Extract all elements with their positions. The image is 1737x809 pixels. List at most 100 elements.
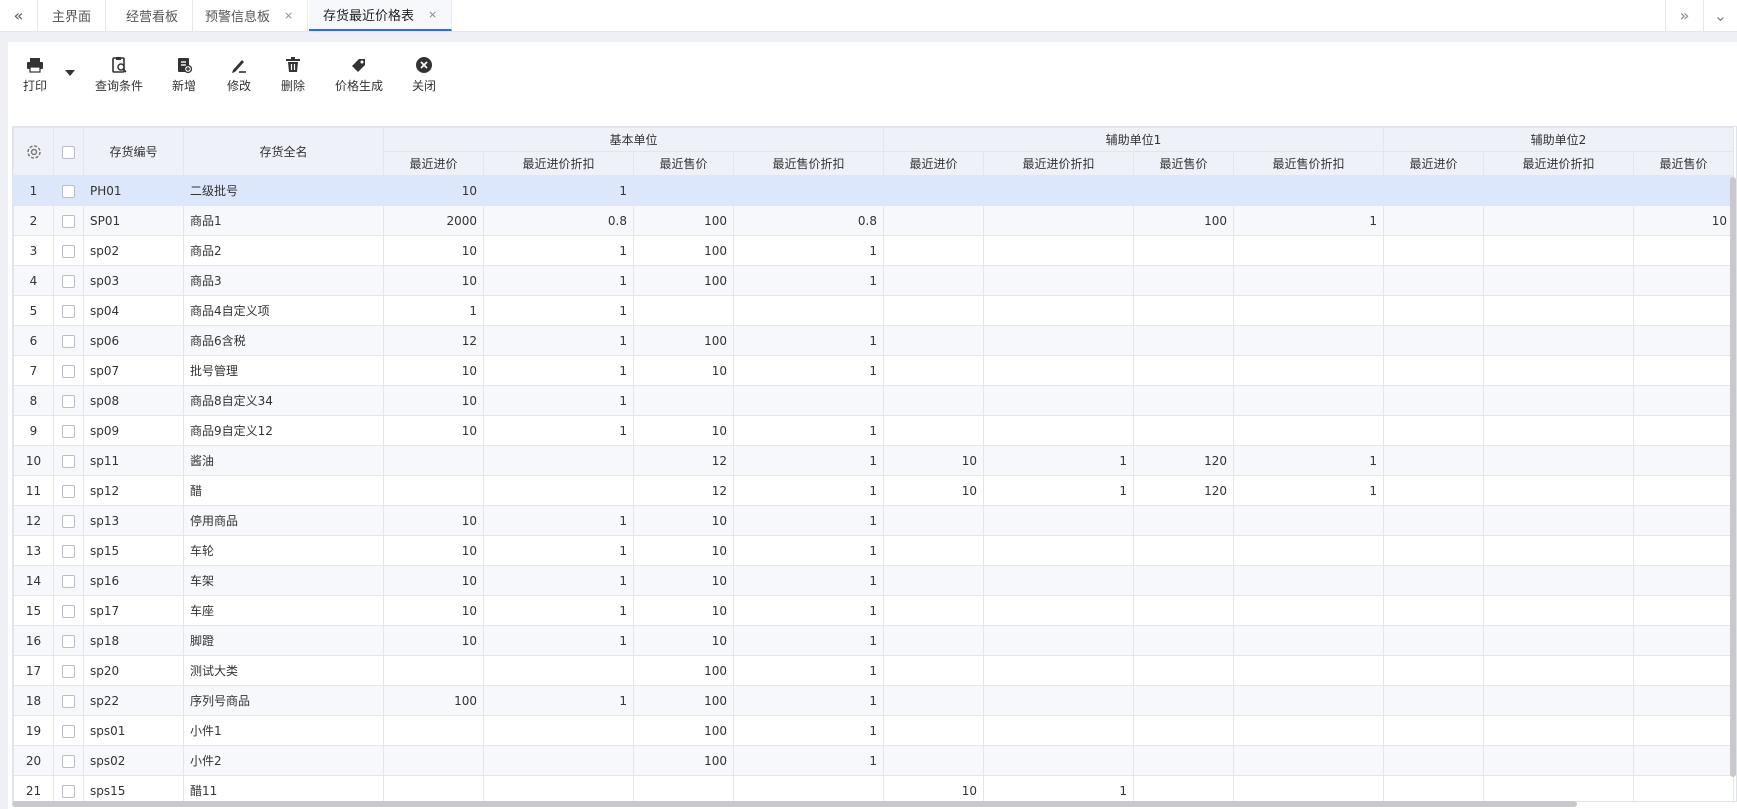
row-checkbox-cell[interactable] — [53, 475, 84, 506]
row-checkbox[interactable] — [62, 334, 75, 348]
table-row[interactable]: 16 sp18 脚蹬 10 1 10 1 — [13, 625, 1734, 656]
row-checkbox[interactable] — [62, 754, 75, 768]
row-checkbox-cell[interactable] — [53, 265, 84, 296]
row-checkbox-cell[interactable] — [53, 505, 84, 536]
vertical-scrollbar[interactable] — [1730, 177, 1736, 777]
header-subcol[interactable]: 最近进价 — [883, 151, 984, 176]
header-subcol[interactable]: 最近进价 — [383, 151, 484, 176]
select-all-checkbox[interactable] — [62, 145, 75, 159]
table-row[interactable]: 4 sp03 商品3 10 1 100 1 — [13, 265, 1734, 296]
row-checkbox[interactable] — [62, 364, 75, 378]
tab-main[interactable]: 主界面 — [38, 0, 107, 31]
query-conditions-button[interactable]: 查询条件 — [95, 56, 143, 94]
row-checkbox-cell[interactable] — [53, 655, 84, 686]
row-checkbox[interactable] — [62, 634, 75, 648]
table-row[interactable]: 2 SP01 商品1 2000 0.8 100 0.8 100 1 10 — [13, 205, 1734, 236]
row-checkbox[interactable] — [62, 454, 75, 468]
print-button[interactable]: 打印 — [23, 56, 47, 94]
table-row[interactable]: 12 sp13 停用商品 10 1 10 1 — [13, 505, 1734, 536]
header-subcol[interactable]: 最近进价折扣 — [483, 151, 634, 176]
row-checkbox[interactable] — [62, 514, 75, 528]
tab-dashboard[interactable]: 经营看板 — [112, 0, 194, 31]
header-subcol[interactable]: 最近售价折扣 — [1233, 151, 1384, 176]
row-checkbox[interactable] — [62, 184, 75, 198]
table-row[interactable]: 20 sps02 小件2 100 1 — [13, 745, 1734, 776]
row-checkbox[interactable] — [62, 484, 75, 498]
print-dropdown-caret-icon[interactable] — [65, 70, 75, 76]
delete-button[interactable]: 删除 — [281, 56, 305, 94]
header-code[interactable]: 存货编号 — [83, 127, 184, 176]
row-checkbox[interactable] — [62, 724, 75, 738]
row-checkbox-cell[interactable] — [53, 175, 84, 206]
add-button[interactable]: 新增 — [172, 56, 196, 94]
row-checkbox-cell[interactable] — [53, 355, 84, 386]
close-icon[interactable]: × — [428, 8, 437, 21]
tab-alerts[interactable]: 预警信息板 × — [191, 0, 309, 31]
row-checkbox[interactable] — [62, 694, 75, 708]
table-row[interactable]: 7 sp07 批号管理 10 1 10 1 — [13, 355, 1734, 386]
row-checkbox[interactable] — [62, 664, 75, 678]
table-row[interactable]: 1 PH01 二级批号 10 1 — [13, 175, 1734, 206]
table-row[interactable]: 15 sp17 车座 10 1 10 1 — [13, 595, 1734, 626]
horizontal-scrollbar[interactable] — [12, 801, 1577, 807]
table-row[interactable]: 18 sp22 序列号商品 100 1 100 1 — [13, 685, 1734, 716]
table-row[interactable]: 10 sp11 酱油 12 1 10 1 120 1 — [13, 445, 1734, 476]
header-subcol[interactable]: 最近售价 — [1133, 151, 1234, 176]
row-checkbox-cell[interactable] — [53, 595, 84, 626]
row-checkbox[interactable] — [62, 274, 75, 288]
row-checkbox[interactable] — [62, 784, 75, 798]
header-subcol[interactable]: 最近售价 — [1633, 151, 1734, 176]
value-cell — [1483, 325, 1634, 356]
double-chevron-right-icon[interactable]: » — [1665, 0, 1703, 31]
header-subcol[interactable]: 最近售价 — [633, 151, 734, 176]
table-row[interactable]: 11 sp12 醋 12 1 10 1 120 1 — [13, 475, 1734, 506]
row-checkbox-cell[interactable] — [53, 685, 84, 716]
table-row[interactable]: 14 sp16 车架 10 1 10 1 — [13, 565, 1734, 596]
table-row[interactable]: 9 sp09 商品9自定义12 10 1 10 1 — [13, 415, 1734, 446]
row-checkbox[interactable] — [62, 214, 75, 228]
chevron-down-icon[interactable]: ⌄ — [1703, 0, 1737, 31]
row-checkbox-cell[interactable] — [53, 445, 84, 476]
row-checkbox[interactable] — [62, 604, 75, 618]
row-checkbox-cell[interactable] — [53, 415, 84, 446]
row-checkbox[interactable] — [62, 574, 75, 588]
row-checkbox-cell[interactable] — [53, 325, 84, 356]
header-subcol[interactable]: 最近进价 — [1383, 151, 1484, 176]
select-all-cell[interactable] — [53, 127, 84, 176]
close-button[interactable]: 关闭 — [412, 56, 436, 94]
row-checkbox-cell[interactable] — [53, 565, 84, 596]
tab-recent-prices[interactable]: 存货最近价格表 × — [309, 0, 453, 31]
header-subcol[interactable]: 最近进价折扣 — [1483, 151, 1634, 176]
table-row[interactable]: 17 sp20 测试大类 100 1 — [13, 655, 1734, 686]
row-checkbox-cell[interactable] — [53, 235, 84, 266]
row-checkbox-cell[interactable] — [53, 535, 84, 566]
double-chevron-left-icon[interactable]: « — [0, 0, 38, 31]
row-checkbox-cell[interactable] — [53, 745, 84, 776]
price-generate-button[interactable]: 价格生成 — [335, 56, 383, 94]
row-checkbox[interactable] — [62, 424, 75, 438]
row-checkbox-cell[interactable] — [53, 205, 84, 236]
table-row[interactable]: 13 sp15 车轮 10 1 10 1 — [13, 535, 1734, 566]
table-row[interactable]: 19 sps01 小件1 100 1 — [13, 715, 1734, 746]
header-subcol[interactable]: 最近进价折扣 — [983, 151, 1134, 176]
table-row[interactable]: 5 sp04 商品4自定义项 1 1 — [13, 295, 1734, 326]
row-checkbox[interactable] — [62, 394, 75, 408]
row-checkbox-cell[interactable] — [53, 715, 84, 746]
row-checkbox[interactable] — [62, 304, 75, 318]
row-checkbox-cell[interactable] — [53, 295, 84, 326]
settings-cell[interactable] — [13, 127, 54, 176]
header-subcol[interactable]: 最近售价折扣 — [733, 151, 884, 176]
table-row[interactable]: 3 sp02 商品2 10 1 100 1 — [13, 235, 1734, 266]
gear-icon[interactable] — [25, 143, 43, 161]
header-name[interactable]: 存货全名 — [183, 127, 384, 176]
row-checkbox-cell[interactable] — [53, 385, 84, 416]
row-checkbox[interactable] — [62, 244, 75, 258]
table-row[interactable]: 21 sps15 醋11 10 1 — [13, 775, 1734, 801]
row-checkbox[interactable] — [62, 544, 75, 558]
row-checkbox-cell[interactable] — [53, 625, 84, 656]
edit-button[interactable]: 修改 — [227, 56, 251, 94]
close-icon[interactable]: × — [284, 9, 293, 22]
table-row[interactable]: 6 sp06 商品6含税 12 1 100 1 — [13, 325, 1734, 356]
row-checkbox-cell[interactable] — [53, 775, 84, 801]
table-row[interactable]: 8 sp08 商品8自定义34 10 1 — [13, 385, 1734, 416]
